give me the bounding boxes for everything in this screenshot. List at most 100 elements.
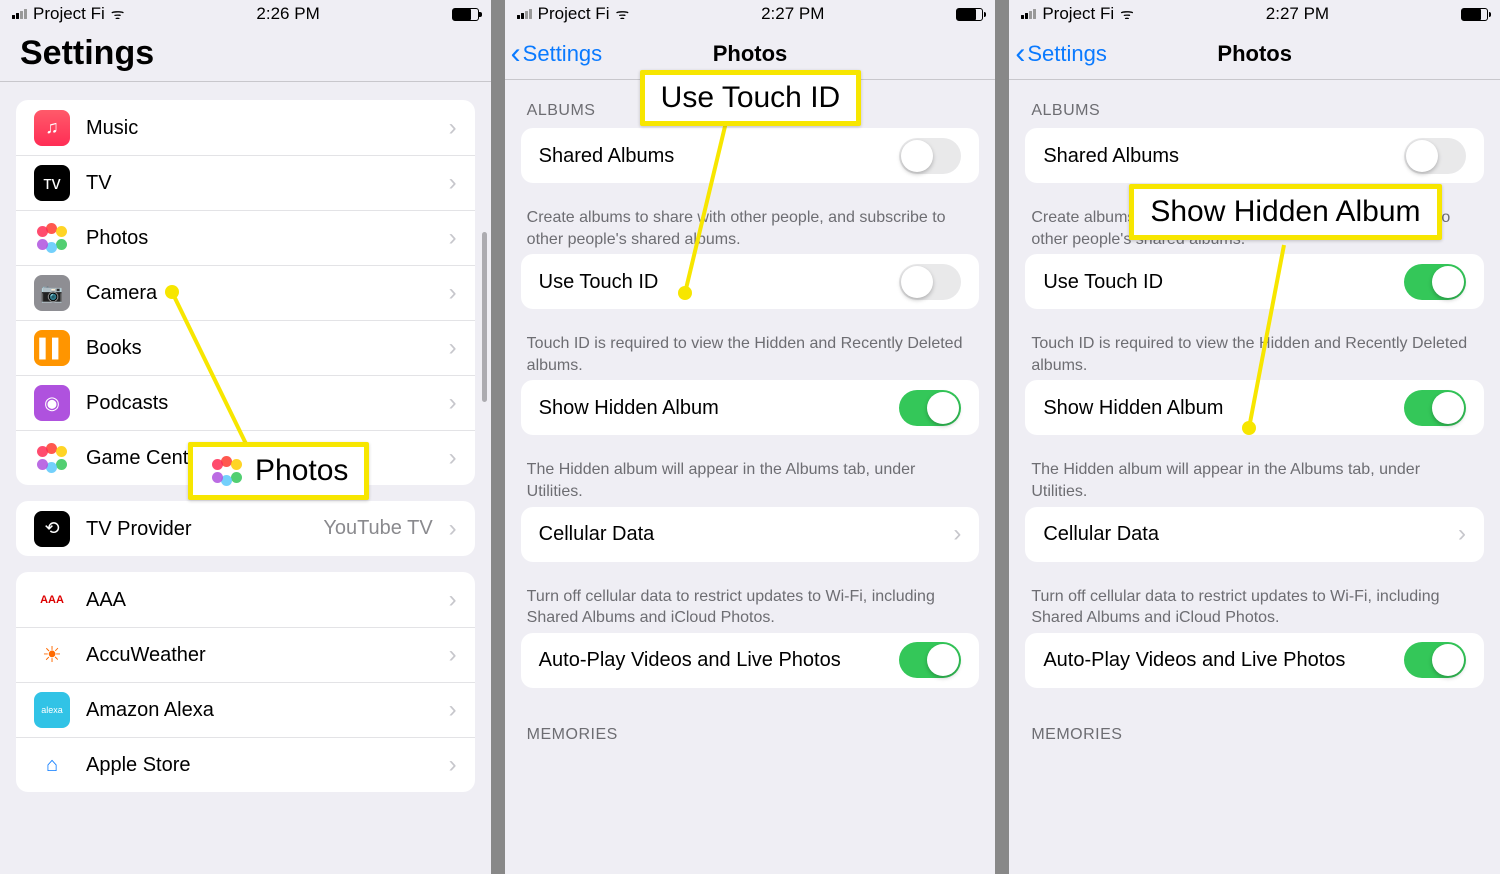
cellular-data-group: Cellular Data› <box>1025 507 1484 562</box>
use-touch-id-row[interactable]: Use Touch ID <box>1025 254 1484 309</box>
signal-icon <box>1021 9 1036 19</box>
settings-group-tvprovider: ⟲TV ProviderYouTube TV› <box>16 501 475 556</box>
settings-row-tv-provider[interactable]: ⟲TV ProviderYouTube TV› <box>16 501 475 556</box>
cellular-data-row[interactable]: Cellular Data› <box>1025 507 1484 562</box>
use-touch-id-footer: Touch ID is required to view the Hidden … <box>505 325 996 380</box>
show-hidden-album-toggle[interactable] <box>1404 390 1466 426</box>
settings-row-aaa[interactable]: AAAAAA› <box>16 572 475 627</box>
ic-photos-icon <box>34 220 70 256</box>
autoplay-videos-row[interactable]: Auto-Play Videos and Live Photos <box>521 633 980 688</box>
section-albums-header: ALBUMS <box>1009 80 1500 128</box>
settings-row-podcasts[interactable]: ◉ Podcasts › <box>16 375 475 430</box>
autoplay-videos-row[interactable]: Auto-Play Videos and Live Photos <box>1025 633 1484 688</box>
row-label: Shared Albums <box>539 144 884 168</box>
shared-albums-row[interactable]: Shared Albums <box>521 128 980 183</box>
ic-accu-icon: ☀ <box>34 637 70 673</box>
ic-alexa-icon: alexa <box>34 692 70 728</box>
ic-tvprov-icon: ⟲ <box>34 511 70 547</box>
page-title: Settings <box>0 28 491 82</box>
ic-camera-icon: 📷 <box>34 275 70 311</box>
row-label: Show Hidden Album <box>539 396 884 420</box>
page-title: Photos <box>1217 41 1292 67</box>
autoplay-videos-toggle[interactable] <box>1404 642 1466 678</box>
chevron-right-icon: › <box>1458 520 1466 548</box>
row-label: Podcasts <box>86 391 433 415</box>
chevron-right-icon: › <box>449 751 457 779</box>
phone-screen-2: Project Fi ᯤ 2:27 PM ‹ Settings Photos A… <box>505 0 996 874</box>
settings-row-camera[interactable]: 📷 Camera › <box>16 265 475 320</box>
callout-photos: Photos <box>188 442 369 500</box>
autoplay-videos-toggle[interactable] <box>899 642 961 678</box>
chevron-right-icon: › <box>449 224 457 252</box>
use-touch-id-toggle[interactable] <box>1404 264 1466 300</box>
row-label: AAA <box>86 588 433 612</box>
signal-icon <box>12 9 27 19</box>
cellular-data-group: Cellular Data› <box>521 507 980 562</box>
settings-row-apple-store[interactable]: ⌂Apple Store› <box>16 737 475 792</box>
ic-books-icon: ▌▌ <box>34 330 70 366</box>
row-label: Amazon Alexa <box>86 698 433 722</box>
chevron-right-icon: › <box>449 586 457 614</box>
show-hidden-album-toggle[interactable] <box>899 390 961 426</box>
row-label: AccuWeather <box>86 643 433 667</box>
row-label: Shared Albums <box>1043 144 1388 168</box>
settings-row-photos[interactable]: Photos › <box>16 210 475 265</box>
show-hidden-album-group: Show Hidden Album <box>1025 380 1484 435</box>
settings-row-amazon-alexa[interactable]: alexa Amazon Alexa › <box>16 682 475 737</box>
use-touch-id-row[interactable]: Use Touch ID <box>521 254 980 309</box>
settings-row-accuweather[interactable]: ☀ AccuWeather › <box>16 627 475 682</box>
chevron-right-icon: › <box>449 696 457 724</box>
show-hidden-album-row[interactable]: Show Hidden Album <box>521 380 980 435</box>
settings-group-thirdparty: AAAAAA›☀AccuWeather›alexaAmazon Alexa›⌂A… <box>16 572 475 792</box>
cellular-data-row[interactable]: Cellular Data› <box>521 507 980 562</box>
battery-icon <box>956 8 983 21</box>
row-label: Cellular Data <box>539 522 938 546</box>
section-memories-header: MEMORIES <box>1009 704 1500 752</box>
row-label: Camera <box>86 281 433 305</box>
battery-icon <box>452 8 479 21</box>
chevron-right-icon: › <box>449 279 457 307</box>
show-hidden-album-group: Show Hidden Album <box>521 380 980 435</box>
clock: 2:27 PM <box>1266 4 1329 24</box>
settings-row-books[interactable]: ▌▌Books› <box>16 320 475 375</box>
settings-group-media: ♫Music›ᴛᴠTV› Photos › 📷 Camera › ▌▌Books› ◉ Podc… <box>16 100 475 485</box>
shared-albums-row[interactable]: Shared Albums <box>1025 128 1484 183</box>
phone-screen-3: Project Fi ᯤ 2:27 PM ‹ Settings Photos A… <box>1009 0 1500 874</box>
wifi-icon: ᯤ <box>1120 4 1134 24</box>
chevron-left-icon: ‹ <box>511 39 521 69</box>
callout-show-hidden-album: Show Hidden Album <box>1129 184 1441 240</box>
use-touch-id-group: Use Touch ID <box>1025 254 1484 309</box>
carrier-label: Project Fi <box>1042 4 1114 24</box>
wifi-icon: ᯤ <box>111 4 125 24</box>
chevron-right-icon: › <box>449 389 457 417</box>
clock: 2:26 PM <box>256 4 319 24</box>
chevron-right-icon: › <box>449 515 457 543</box>
ic-tv-icon: ᴛᴠ <box>34 165 70 201</box>
shared-albums-toggle[interactable] <box>1404 138 1466 174</box>
use-touch-id-group: Use Touch ID <box>521 254 980 309</box>
settings-row-music[interactable]: ♫Music› <box>16 100 475 155</box>
row-label: Photos <box>86 226 433 250</box>
signal-icon <box>517 9 532 19</box>
ic-podcasts-icon: ◉ <box>34 385 70 421</box>
page-title: Photos <box>713 41 788 67</box>
use-touch-id-footer: Touch ID is required to view the Hidden … <box>1009 325 1500 380</box>
chevron-right-icon: › <box>449 444 457 472</box>
status-bar: Project Fi ᯤ 2:27 PM <box>505 0 996 28</box>
use-touch-id-toggle[interactable] <box>899 264 961 300</box>
shared-albums-toggle[interactable] <box>899 138 961 174</box>
show-hidden-album-row[interactable]: Show Hidden Album <box>1025 380 1484 435</box>
callout-label: Photos <box>255 454 348 488</box>
back-button[interactable]: ‹ Settings <box>511 28 603 79</box>
scroll-indicator[interactable] <box>482 232 487 402</box>
back-button[interactable]: ‹ Settings <box>1015 28 1107 79</box>
settings-row-tv[interactable]: ᴛᴠTV› <box>16 155 475 210</box>
clock: 2:27 PM <box>761 4 824 24</box>
row-label: Music <box>86 116 433 140</box>
callout-label: Use Touch ID <box>661 81 841 115</box>
ic-appstore-icon: ⌂ <box>34 747 70 783</box>
chevron-right-icon: › <box>449 641 457 669</box>
cellular-footer: Turn off cellular data to restrict updat… <box>505 578 996 633</box>
row-label: Use Touch ID <box>539 270 884 294</box>
autoplay-videos-group: Auto-Play Videos and Live Photos <box>1025 633 1484 688</box>
